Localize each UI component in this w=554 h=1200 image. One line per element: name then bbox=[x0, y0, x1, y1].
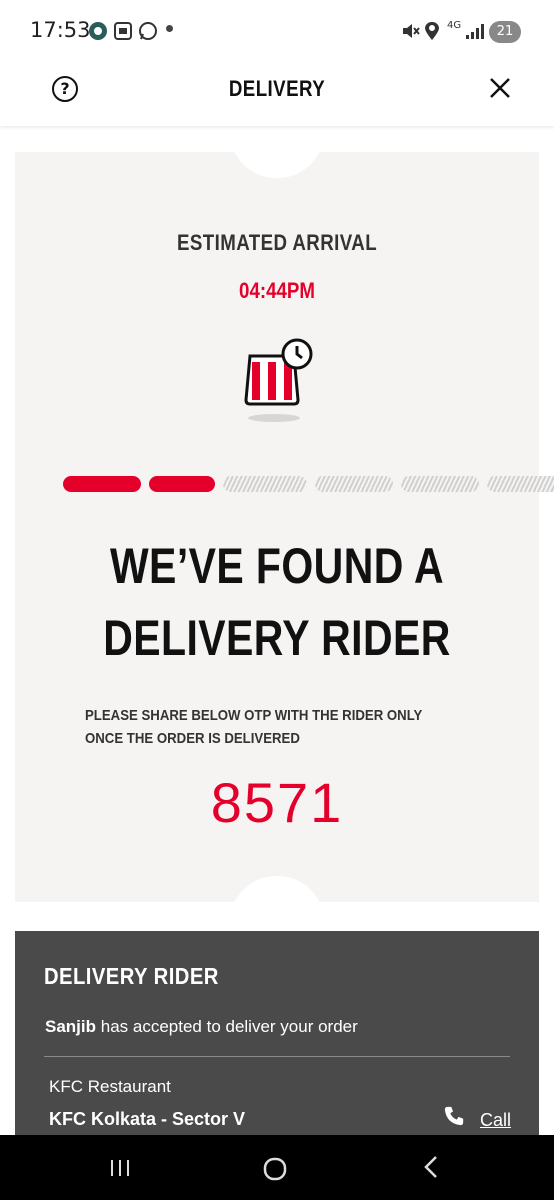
rider-name: Sanjib bbox=[45, 1017, 97, 1036]
restaurant-name: KFC Kolkata - Sector V bbox=[49, 1109, 246, 1129]
back-button[interactable] bbox=[420, 1154, 444, 1180]
system-navigation-bar bbox=[0, 1135, 554, 1200]
progress-step-6 bbox=[487, 476, 554, 492]
call-restaurant-link[interactable]: Call bbox=[480, 1110, 511, 1131]
home-button[interactable] bbox=[262, 1156, 288, 1182]
otp-instruction: PLEASE SHARE BELOW OTP WITH THE RIDER ON… bbox=[85, 707, 423, 747]
notification-count-badge: 21 bbox=[489, 21, 521, 43]
mute-icon bbox=[403, 24, 420, 38]
delivery-bag-icon bbox=[244, 338, 313, 422]
progress-step-1 bbox=[63, 476, 141, 492]
status-headline-line-1: WE’VE FOUND A bbox=[109, 538, 445, 594]
status-time: 17:53 bbox=[30, 18, 91, 42]
location-icon bbox=[425, 22, 439, 40]
close-icon[interactable] bbox=[488, 76, 512, 100]
otp-code: 8571 bbox=[210, 771, 344, 834]
status-bar: 17:53 4G 21 bbox=[0, 0, 554, 62]
eta-time: 04:44PM bbox=[239, 278, 315, 303]
status-headline-line-2: DELIVERY RIDER bbox=[103, 610, 451, 666]
app-header: ? DELIVERY bbox=[0, 62, 554, 126]
divider bbox=[44, 1056, 510, 1057]
screenshot-icon bbox=[114, 22, 132, 40]
status-headline: WE’VE FOUND A DELIVERY RIDER bbox=[62, 530, 492, 674]
recent-apps-button[interactable] bbox=[108, 1156, 132, 1180]
ticket-notch-bottom bbox=[230, 876, 324, 922]
order-tracker-card: ESTIMATED ARRIVAL 04:44PM WE’VE FOUND A … bbox=[15, 132, 554, 922]
phone-icon[interactable] bbox=[443, 1105, 465, 1127]
notification-dot bbox=[166, 25, 173, 32]
progress-step-3 bbox=[223, 476, 307, 492]
restaurant-label: KFC Restaurant bbox=[49, 1077, 171, 1096]
rider-section-title: DELIVERY RIDER bbox=[44, 963, 219, 989]
whatsapp-icon bbox=[139, 22, 157, 40]
ticket-notch-top bbox=[230, 132, 324, 178]
eta-label: ESTIMATED ARRIVAL bbox=[176, 230, 378, 255]
progress-step-4 bbox=[315, 476, 393, 492]
order-progress-bar bbox=[63, 476, 554, 492]
progress-step-2 bbox=[149, 476, 215, 492]
signal-icon bbox=[466, 24, 484, 39]
progress-step-5 bbox=[401, 476, 479, 492]
network-type: 4G bbox=[447, 20, 462, 31]
rider-status-message: Sanjib has accepted to deliver your orde… bbox=[45, 1017, 358, 1037]
page-title: DELIVERY bbox=[228, 76, 326, 101]
chat-app-icon bbox=[89, 22, 107, 40]
rider-message-text: has accepted to deliver your order bbox=[96, 1017, 358, 1036]
